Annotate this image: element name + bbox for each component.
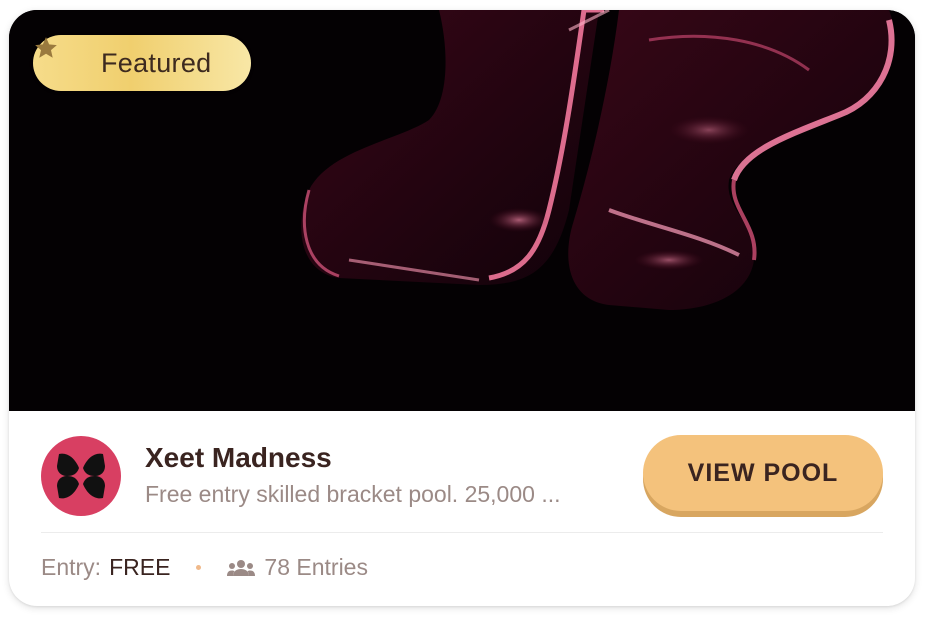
entry-value: FREE (109, 553, 171, 580)
pool-title: Xeet Madness (145, 442, 332, 473)
hero-image: Featured (9, 10, 915, 411)
view-pool-button[interactable]: VIEW POOL (643, 435, 883, 511)
people-icon (227, 557, 256, 577)
entry-label: Entry: (41, 553, 102, 580)
pool-card[interactable]: Featured Xeet Madness Free entry skilled… (9, 10, 915, 606)
featured-label: Featured (101, 47, 212, 78)
featured-badge: Featured (33, 35, 251, 91)
star-icon (35, 37, 87, 77)
entries-count: 78 Entries (264, 553, 368, 580)
pool-info: Xeet Madness Free entry skilled bracket … (9, 411, 915, 606)
pool-logo (41, 436, 121, 516)
xeet-logo-icon (57, 453, 105, 499)
separator-dot (196, 564, 202, 570)
pool-meta: Entry: FREE 78 Entries (41, 552, 368, 582)
divider (41, 532, 883, 533)
pool-description: Free entry skilled bracket pool. 25,000 … (145, 481, 561, 507)
